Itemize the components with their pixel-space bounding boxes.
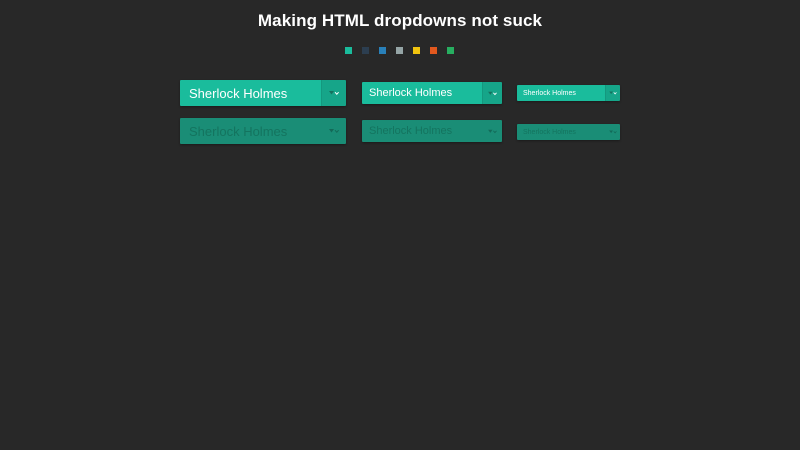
dropdown-small-disabled-value: Sherlock Holmes: [523, 128, 576, 136]
up-down-caret-icon: [321, 80, 346, 106]
swatch-midnight[interactable]: [362, 47, 369, 54]
dropdown-medium-disabled: Sherlock Holmes: [362, 120, 502, 142]
dropdown-large[interactable]: Sherlock Holmes: [180, 80, 346, 106]
swatch-yellow[interactable]: [413, 47, 420, 54]
swatch-blue[interactable]: [379, 47, 386, 54]
up-down-caret-icon: [483, 120, 502, 142]
dropdown-medium-disabled-value: Sherlock Holmes: [369, 125, 453, 137]
dropdown-large-disabled-value: Sherlock Holmes: [189, 123, 288, 139]
page-title: Making HTML dropdowns not suck: [257, 11, 543, 30]
swatch-green[interactable]: [447, 47, 454, 54]
dropdown-medium-value: Sherlock Holmes: [369, 87, 453, 99]
dropdown-small[interactable]: Sherlock Holmes: [517, 85, 620, 101]
up-down-caret-icon: [605, 85, 620, 101]
up-down-caret-icon: [606, 124, 620, 140]
dropdown-large-value: Sherlock Holmes: [189, 85, 288, 101]
dropdown-small-disabled: Sherlock Holmes: [517, 124, 620, 140]
theme-swatches: [345, 47, 454, 55]
swatch-turquoise[interactable]: [345, 47, 352, 54]
swatch-gray[interactable]: [396, 47, 403, 54]
swatch-orange[interactable]: [430, 47, 437, 54]
dropdown-small-value: Sherlock Holmes: [523, 89, 576, 97]
dropdown-large-disabled: Sherlock Holmes: [180, 118, 346, 144]
dropdown-medium[interactable]: Sherlock Holmes: [362, 82, 502, 104]
up-down-caret-icon: [482, 82, 502, 104]
up-down-caret-icon: [322, 118, 346, 144]
page: Making HTML dropdowns not suck Sherlock …: [0, 0, 800, 450]
